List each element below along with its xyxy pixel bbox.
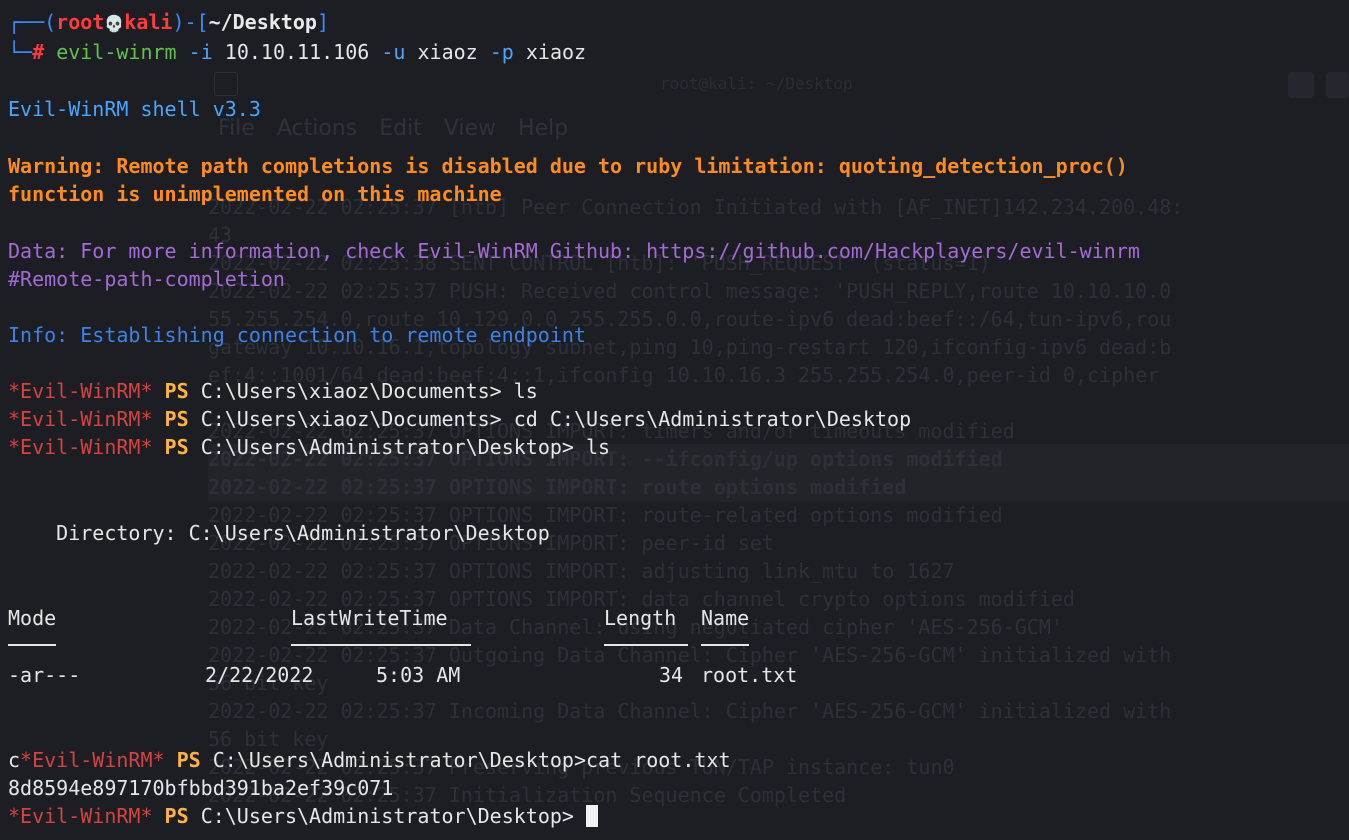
ps-cmd: cd C:\Users\Administrator\Desktop: [501, 407, 912, 431]
user-arg: xiaoz: [417, 40, 478, 64]
command-name: evil-winrm: [56, 40, 177, 64]
info-line: Info: Establishing connection to remote …: [8, 323, 586, 347]
ps-command-line: c*Evil-WinRM* PS C:\Users\Administrator\…: [8, 746, 731, 774]
flag-output: 8d8594e897170bfbbd391ba2ef39c071: [8, 776, 394, 800]
ps-command-line: *Evil-WinRM* PS C:\Users\Administrator\D…: [8, 433, 610, 461]
skull-icon: 💀: [104, 14, 125, 33]
command-line: └─# evil-winrm -i 10.10.11.106 -u xiaoz …: [8, 40, 587, 64]
ps-cmd: ls: [573, 435, 611, 459]
flag-p: -p: [489, 40, 514, 64]
ps-path: C:\Users\Administrator\Desktop>: [200, 435, 574, 459]
prompt-cwd: ~/Desktop: [208, 10, 317, 34]
ps-cmd: cat root.txt: [586, 748, 731, 772]
header-lastwritetime: LastWriteTime: [291, 606, 448, 630]
flag-u: -u: [381, 40, 406, 64]
prompt-hash: #: [32, 40, 45, 64]
data-line: Data: For more information, check Evil-W…: [8, 239, 1140, 263]
ps-label: PS: [164, 407, 189, 431]
header-mode: Mode: [8, 606, 57, 630]
terminal[interactable]: ┌──(root💀kali)-[~/Desktop] └─# evil-winr…: [0, 0, 1349, 840]
ip-arg: 10.10.11.106: [224, 40, 370, 64]
prompt-user: root: [56, 10, 105, 34]
header-name: Name: [701, 606, 750, 630]
ps-path: C:\Users\Administrator\Desktop>: [212, 748, 587, 772]
header-underline: [291, 644, 471, 646]
file-mode: -ar---: [8, 663, 81, 687]
ps-path: C:\Users\xiaoz\Documents>: [200, 407, 502, 431]
ps-label: PS: [164, 379, 189, 403]
ps-tag: *Evil-WinRM*: [8, 804, 153, 828]
ps-label: PS: [164, 804, 189, 828]
stray-char: c: [8, 748, 21, 772]
ps-tag: *Evil-WinRM*: [8, 379, 153, 403]
file-date: 2/22/2022: [205, 663, 314, 687]
prompt-header: ┌──(root💀kali)-[~/Desktop]: [8, 10, 329, 34]
shell-banner: Evil-WinRM shell v3.3: [8, 97, 261, 121]
file-name: root.txt: [701, 663, 798, 687]
ps-label: PS: [176, 748, 201, 772]
file-length: 34: [659, 663, 684, 687]
header-underline: [8, 644, 56, 646]
warning-line: function is unimplemented on this machin…: [8, 182, 502, 206]
ps-label: PS: [164, 435, 189, 459]
flag-i: -i: [188, 40, 213, 64]
text-cursor[interactable]: [586, 805, 599, 827]
ps-command-line: *Evil-WinRM* PS C:\Users\xiaoz\Documents…: [8, 377, 538, 405]
header-underline: [604, 644, 688, 646]
header-length: Length: [604, 606, 677, 630]
ps-tag: *Evil-WinRM*: [20, 748, 165, 772]
ps-command-line: *Evil-WinRM* PS C:\Users\xiaoz\Documents…: [8, 405, 911, 433]
header-underline: [701, 644, 749, 646]
file-time: 5:03 AM: [376, 663, 461, 687]
active-prompt-line[interactable]: *Evil-WinRM* PS C:\Users\Administrator\D…: [8, 802, 599, 830]
prompt-host: kali: [124, 10, 173, 34]
data-line: #Remote-path-completion: [8, 267, 285, 291]
ps-tag: *Evil-WinRM*: [8, 407, 153, 431]
ps-path: C:\Users\xiaoz\Documents>: [200, 379, 502, 403]
ps-cmd: ls: [501, 379, 538, 403]
ps-path: C:\Users\Administrator\Desktop>: [200, 804, 574, 828]
ps-tag: *Evil-WinRM*: [8, 435, 153, 459]
directory-line: Directory: C:\Users\Administrator\Deskto…: [8, 521, 550, 545]
warning-line: Warning: Remote path completions is disa…: [8, 154, 1128, 178]
pass-arg: xiaoz: [525, 40, 587, 64]
